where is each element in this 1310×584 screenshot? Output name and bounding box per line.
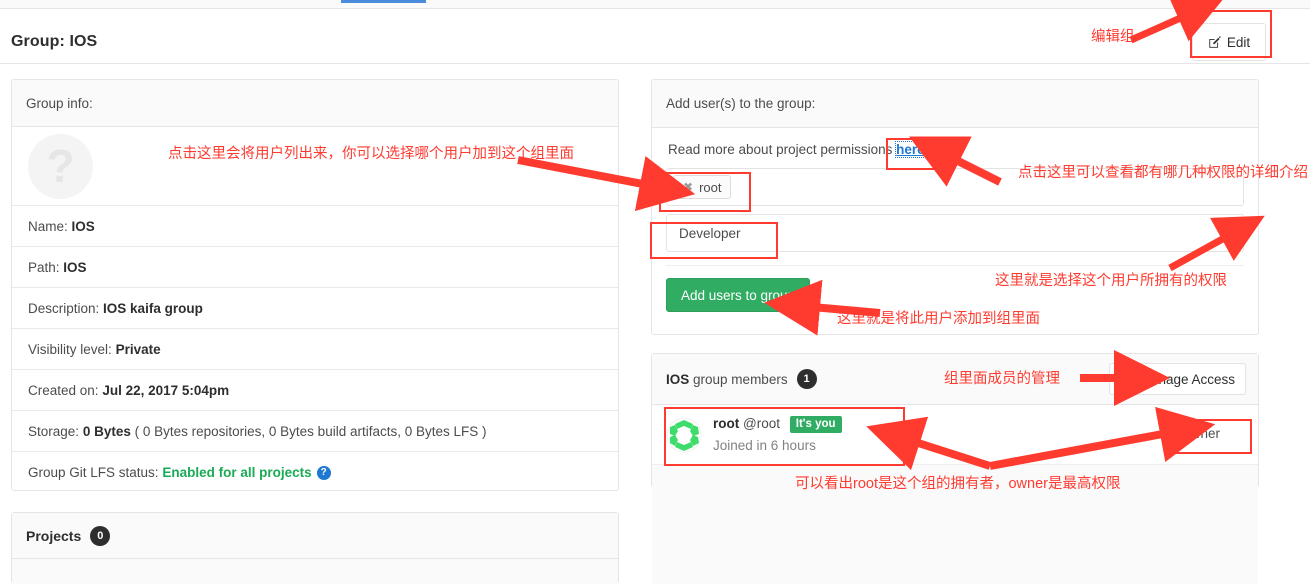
projects-count-badge: 0 (90, 526, 110, 546)
members-group-name: IOS (666, 372, 689, 387)
group-avatar-placeholder-icon: ? (28, 134, 93, 199)
group-info-row-visibility: Visibility level: Private (12, 329, 618, 370)
annotation-box-owner (1172, 419, 1252, 454)
group-info-label-path: Path: (28, 260, 60, 275)
projects-title: Projects (26, 528, 81, 544)
group-info-row-created: Created on: Jul 22, 2017 5:04pm (12, 370, 618, 411)
group-info-value-path: IOS (63, 260, 86, 275)
permissions-readmore-text: Read more about project permissions (668, 142, 892, 157)
annotation-edit-group: 编辑组 (1091, 27, 1135, 48)
projects-header-wrap: Projects 0 (12, 513, 618, 559)
annotation-manage-members: 组里面成员的管理 (944, 369, 1124, 390)
group-info-row-lfs: Group Git LFS status: Enabled for all pr… (12, 452, 618, 493)
group-info-label-storage: Storage: (28, 424, 79, 439)
page-root: Group: IOS Edit Group info: ? Name: IOS … (0, 0, 1310, 584)
permissions-readmore: Read more about project permissions here (666, 142, 1244, 157)
projects-body (12, 559, 618, 584)
group-info-value-visibility: Private (116, 342, 161, 357)
question-circle-icon[interactable]: ? (317, 466, 331, 480)
annotation-click-list-users: 点击这里会将用户列出来，你可以选择哪个用户加到这个组里面 (168, 144, 648, 165)
group-info-header: Group info: (12, 80, 618, 127)
annotation-box-here-link (886, 138, 954, 170)
projects-header: Projects 0 (12, 513, 618, 559)
chevron-down-icon[interactable] (1221, 231, 1231, 236)
group-info-value-lfs: Enabled for all projects (162, 465, 311, 480)
group-info-row-name: Name: IOS (12, 206, 618, 247)
page-title: Group: IOS (11, 33, 97, 51)
annotation-box-access-level (650, 222, 778, 259)
annotation-select-permission: 这里就是选择这个用户所拥有的权限 (995, 271, 1295, 292)
active-tab-indicator (341, 0, 426, 3)
group-info-value-name: IOS (72, 219, 95, 234)
group-info-value-storage: 0 Bytes (83, 424, 131, 439)
top-tab-strip (0, 0, 1310, 9)
group-info-header-wrap: Group info: (12, 80, 618, 127)
group-info-row-storage: Storage: 0 Bytes ( 0 Bytes repositories,… (12, 411, 618, 452)
group-info-label-name: Name: (28, 219, 68, 234)
group-avatar-row: ? (12, 127, 618, 206)
group-info-label-description: Description: (28, 301, 99, 316)
members-title-suffix: group members (693, 372, 788, 387)
group-info-panel: Group info: ? Name: IOS Path: IOS Descri… (11, 79, 619, 491)
group-info-row-path: Path: IOS (12, 247, 618, 288)
manage-access-label: Manage Access (1140, 372, 1235, 387)
members-title: IOS group members (666, 372, 788, 387)
projects-panel: Projects 0 (11, 512, 619, 584)
members-count-badge: 1 (797, 369, 817, 389)
add-users-to-group-button[interactable]: Add users to group (666, 278, 810, 312)
annotation-box-user-token (659, 172, 751, 212)
group-info-label-visibility: Visibility level: (28, 342, 112, 357)
add-users-header: Add user(s) to the group: (652, 80, 1258, 128)
add-users-divider (666, 265, 1244, 266)
group-info-row-description: Description: IOS kaifa group (12, 288, 618, 329)
add-users-header-wrap: Add user(s) to the group: (652, 80, 1258, 128)
group-info-label-created: Created on: (28, 383, 99, 398)
group-info-storage-detail: ( 0 Bytes repositories, 0 Bytes build ar… (135, 424, 487, 439)
annotation-box-edit-button (1190, 10, 1272, 58)
add-users-to-group-label: Add users to group (681, 288, 795, 303)
annotation-box-member-row (664, 407, 905, 466)
group-info-value-description: IOS kaifa group (103, 301, 203, 316)
annotation-root-is-owner: 可以看出root是这个组的拥有者，owner是最高权限 (795, 474, 1275, 495)
group-info-label-lfs: Group Git LFS status: (28, 465, 159, 480)
manage-access-button[interactable]: Manage Access (1109, 363, 1246, 395)
annotation-add-to-group: 这里就是将此用户添加到组里面 (837, 309, 1137, 330)
annotation-permissions-detail: 点击这里可以查看都有哪几种权限的详细介绍 (1018, 163, 1308, 184)
group-info-value-created: Jul 22, 2017 5:04pm (102, 383, 229, 398)
